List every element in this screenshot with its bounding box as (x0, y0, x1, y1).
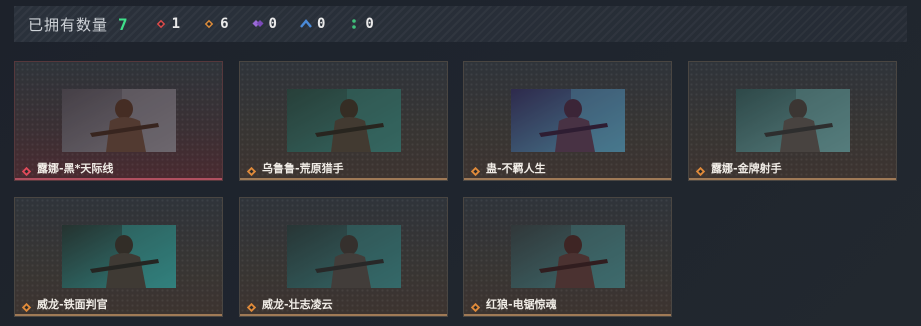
rarity-diamond-icon (21, 162, 32, 177)
owned-label: 已拥有数量 (28, 15, 109, 34)
skin-card[interactable]: 露娜-黑*天际线 (14, 61, 223, 181)
stat-blue: 0 (299, 16, 325, 32)
skin-card[interactable]: 乌鲁鲁-荒原猎手 (239, 61, 448, 181)
skin-card[interactable]: 红狼-电锯惊魂 (463, 197, 672, 317)
stat-purple: 0 (251, 16, 277, 32)
skin-thumbnail (511, 89, 625, 152)
card-bottom-accent (240, 178, 447, 180)
orange-diamond-icon (202, 17, 216, 31)
card-bottom-accent (464, 314, 671, 316)
purple-diamond-icon (251, 17, 265, 31)
skin-name: 露娜-黑*天际线 (37, 162, 114, 175)
skin-card[interactable]: 威龙-壮志凌云 (239, 197, 448, 317)
skin-name: 威龙-铁面判官 (37, 298, 108, 311)
stat-green-value: 0 (365, 16, 374, 32)
stat-orange: 6 (202, 16, 229, 32)
card-bottom-accent (689, 178, 896, 180)
card-bottom-accent (15, 314, 222, 316)
skin-name: 乌鲁鲁-荒原猎手 (262, 162, 344, 175)
skin-thumbnail (287, 89, 401, 152)
skin-card[interactable]: 蛊-不羁人生 (463, 61, 672, 181)
skin-thumbnail (62, 89, 176, 152)
skin-thumbnail (736, 89, 850, 152)
stat-green: 0 (347, 16, 374, 32)
skin-thumbnail (287, 225, 401, 288)
rarity-diamond-icon (246, 298, 257, 313)
skin-name: 露娜-金牌射手 (711, 162, 782, 175)
skin-card[interactable]: 露娜-金牌射手 (688, 61, 897, 181)
rarity-diamond-icon (470, 162, 481, 177)
owned-summary-bar: 已拥有数量 7 1 6 0 0 0 (14, 6, 907, 42)
stat-red: 1 (154, 16, 180, 32)
stat-blue-value: 0 (316, 16, 326, 32)
stat-purple-value: 0 (268, 16, 277, 32)
red-diamond-icon (154, 17, 168, 31)
stat-orange-value: 6 (220, 16, 229, 32)
rarity-diamond-icon (246, 162, 257, 177)
skin-card[interactable]: 威龙-铁面判官 (14, 197, 223, 317)
skin-name: 红狼-电锯惊魂 (486, 298, 557, 311)
skin-thumbnail (511, 225, 625, 288)
stat-red-value: 1 (171, 16, 181, 32)
rarity-diamond-icon (695, 162, 706, 177)
skin-thumbnail (62, 225, 176, 288)
card-bottom-accent (15, 178, 222, 180)
rarity-diamond-icon (470, 298, 481, 313)
skin-name: 蛊-不羁人生 (486, 162, 546, 175)
blue-chevron-icon (299, 17, 313, 31)
skin-name: 威龙-壮志凌云 (262, 298, 333, 311)
card-bottom-accent (464, 178, 671, 180)
green-dots-icon (347, 17, 361, 31)
card-bottom-accent (240, 314, 447, 316)
owned-count: 7 (118, 14, 128, 34)
rarity-diamond-icon (21, 298, 32, 313)
